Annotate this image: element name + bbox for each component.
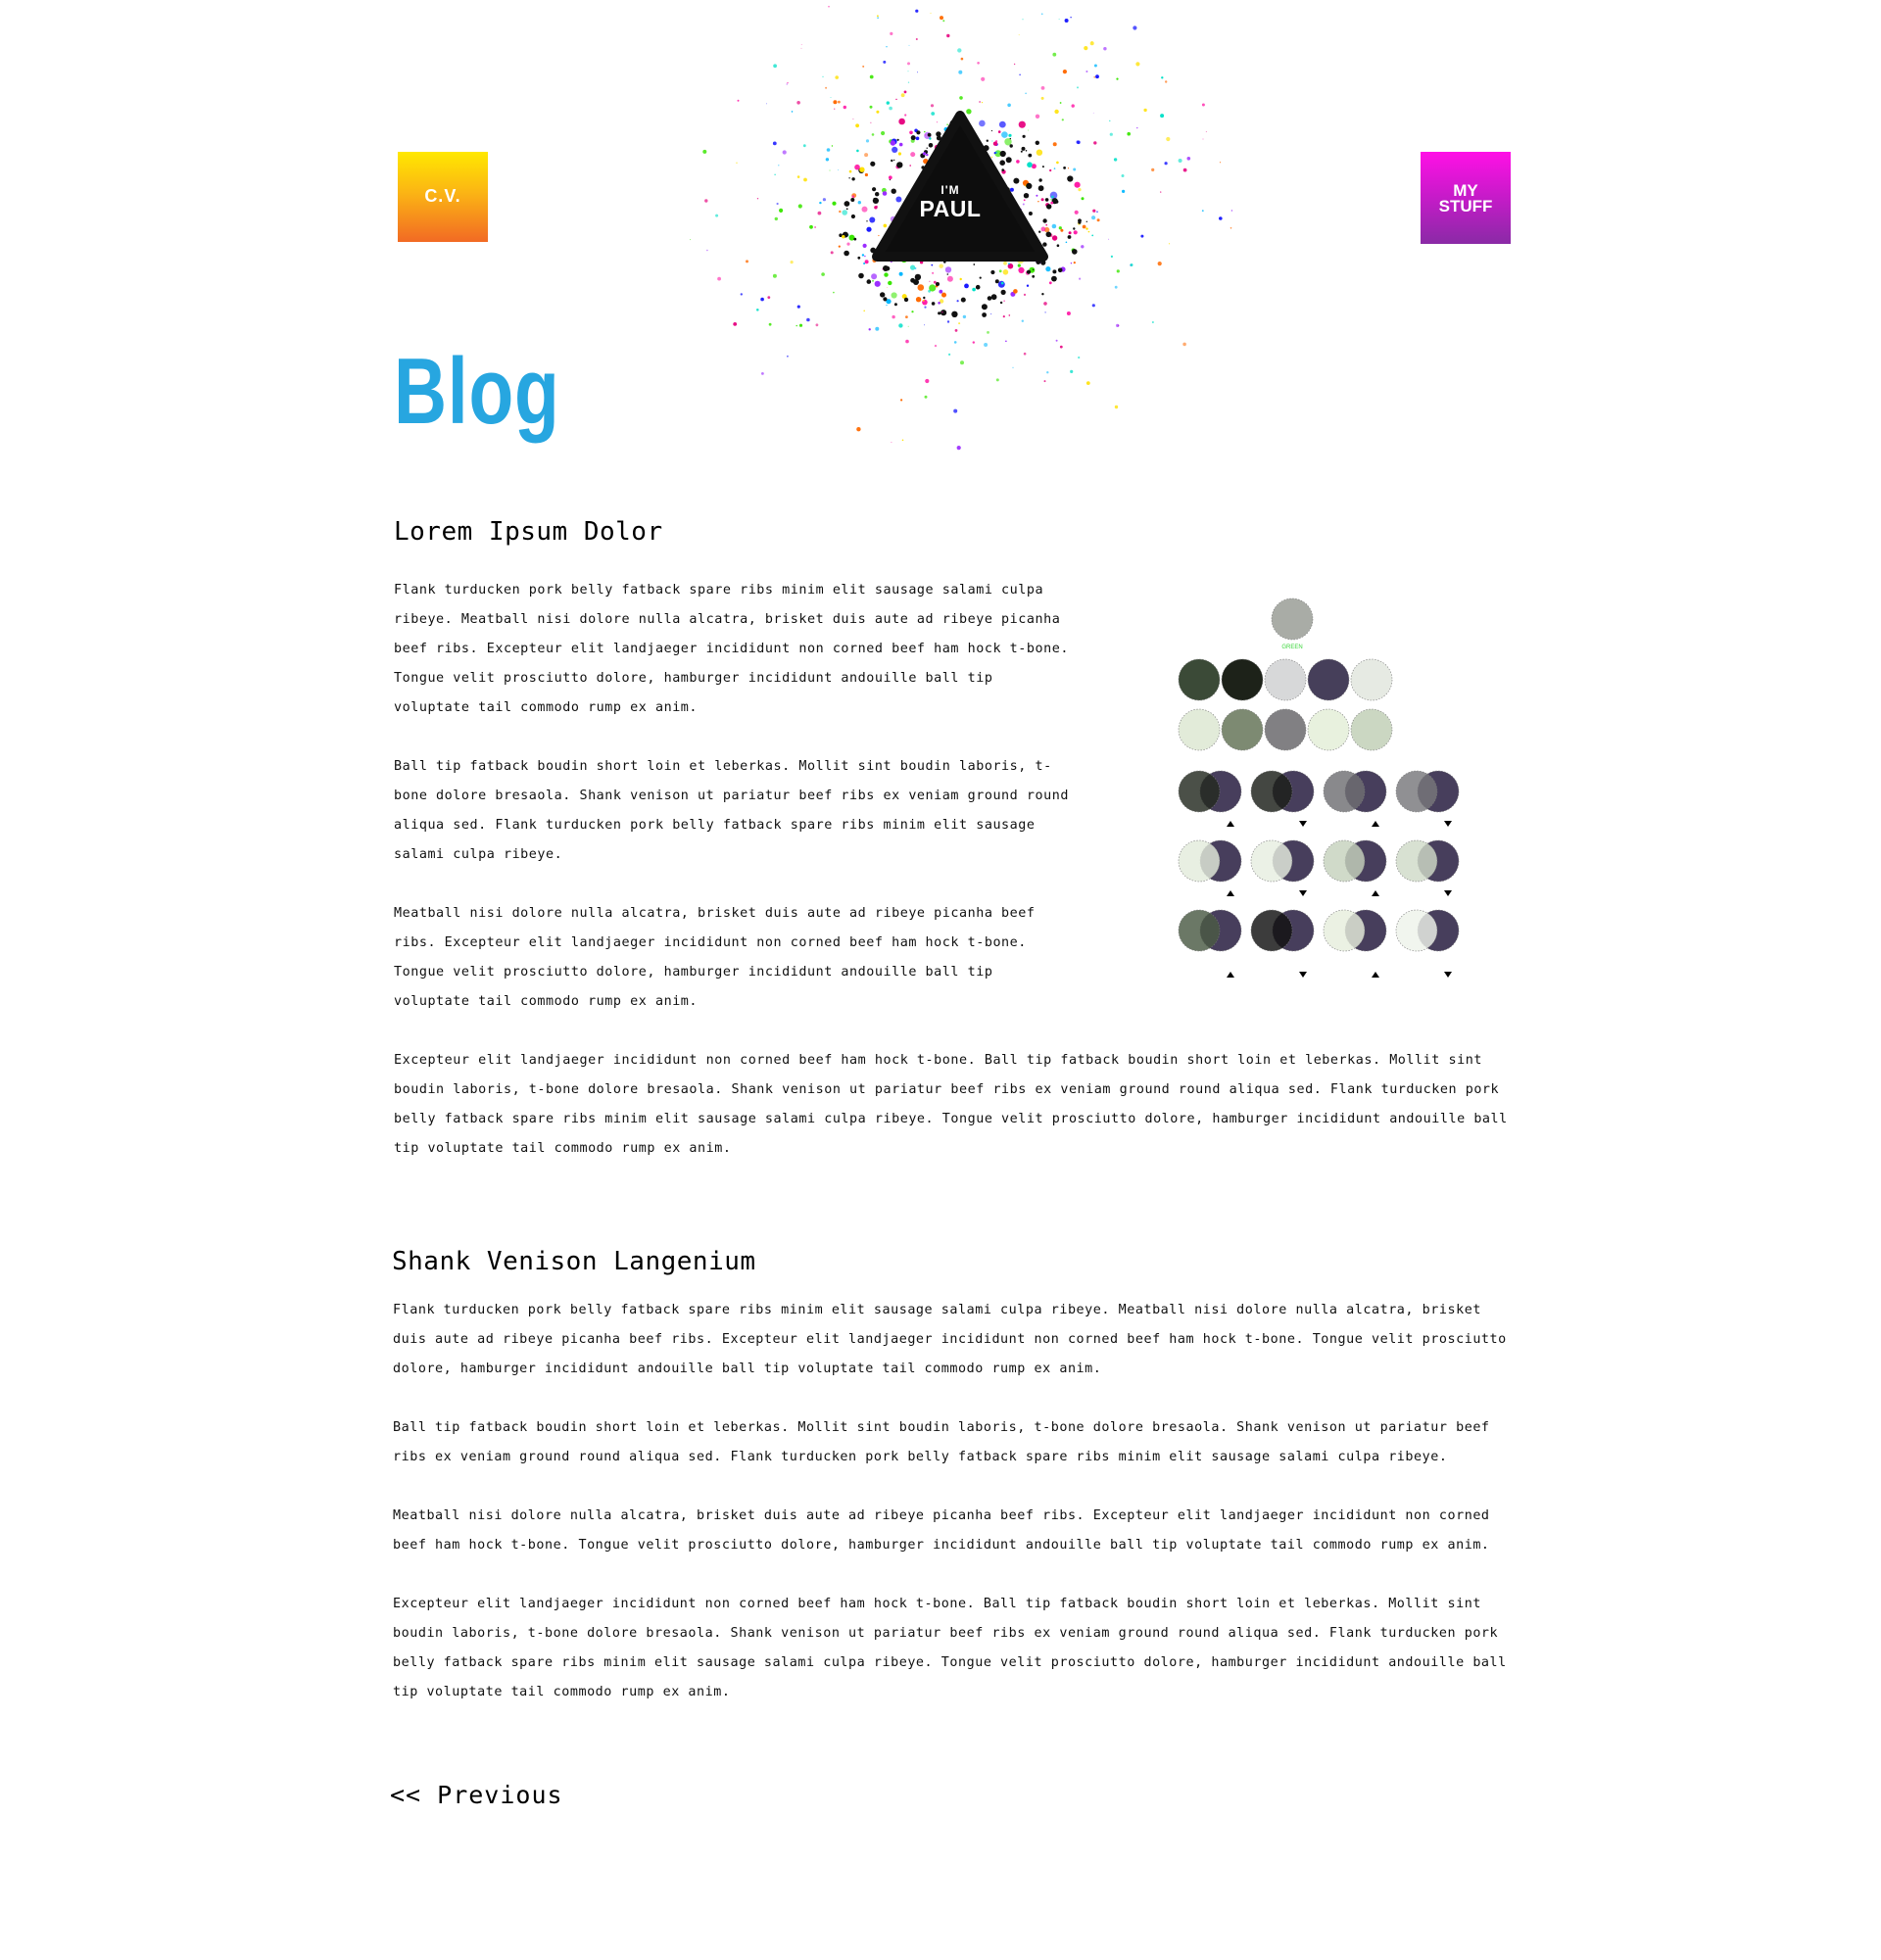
color-circle bbox=[1178, 708, 1221, 751]
arrow-down-icon bbox=[1444, 972, 1452, 978]
arrow-down-icon bbox=[1299, 821, 1307, 827]
color-circle bbox=[1307, 708, 1350, 751]
color-circle bbox=[1250, 909, 1293, 952]
color-circle bbox=[1395, 839, 1438, 883]
post-paragraph: Ball tip fatback boudin short loin et le… bbox=[393, 1420, 1490, 1464]
arrow-down-icon bbox=[1299, 972, 1307, 978]
color-circle bbox=[1395, 909, 1438, 952]
color-circle bbox=[1307, 658, 1350, 701]
arrow-up-icon bbox=[1372, 890, 1379, 896]
page-title: Blog bbox=[394, 339, 560, 444]
color-circle bbox=[1395, 770, 1438, 813]
color-circle bbox=[1323, 839, 1366, 883]
paint-splash-triangle-icon[interactable] bbox=[676, 0, 1244, 490]
post-title[interactable]: Lorem Ipsum Dolor bbox=[394, 517, 663, 547]
arrow-down-icon bbox=[1444, 890, 1452, 896]
figure-top-label: GREEN bbox=[1281, 645, 1302, 650]
color-circle bbox=[1271, 598, 1314, 641]
arrow-up-icon bbox=[1227, 890, 1234, 896]
post-paragraph: Excepteur elit landjaeger incididunt non… bbox=[394, 1053, 1508, 1156]
post-paragraph: Meatball nisi dolore nulla alcatra, bris… bbox=[394, 906, 1036, 1009]
post-title[interactable]: Shank Venison Langenium bbox=[392, 1247, 756, 1276]
arrow-down-icon bbox=[1444, 821, 1452, 827]
color-circle bbox=[1221, 658, 1264, 701]
arrow-up-icon bbox=[1372, 821, 1379, 827]
color-circles-figure: GREEN bbox=[1178, 598, 1460, 978]
color-circle bbox=[1264, 708, 1307, 751]
my-stuff-nav-tile[interactable]: My Stuff bbox=[1421, 152, 1511, 244]
post-paragraph: Flank turducken pork belly fatback spare… bbox=[393, 1303, 1507, 1376]
color-circle bbox=[1323, 770, 1366, 813]
color-circle bbox=[1264, 658, 1307, 701]
color-circle bbox=[1221, 708, 1264, 751]
arrow-up-icon bbox=[1227, 972, 1234, 978]
logo-label-line1: I'm bbox=[940, 183, 960, 197]
logo-label-line2: Paul bbox=[919, 196, 982, 221]
color-circle bbox=[1350, 708, 1393, 751]
color-circle bbox=[1178, 770, 1221, 813]
post-paragraph: Meatball nisi dolore nulla alcatra, bris… bbox=[393, 1508, 1490, 1553]
arrow-up-icon bbox=[1227, 821, 1234, 827]
color-circle bbox=[1178, 658, 1221, 701]
post-paragraph: Flank turducken pork belly fatback spare… bbox=[394, 583, 1069, 715]
previous-page-link[interactable]: << Previous bbox=[390, 1781, 563, 1809]
my-stuff-label-line2: Stuff bbox=[1438, 197, 1493, 215]
post-paragraph: Excepteur elit landjaeger incididunt non… bbox=[393, 1597, 1507, 1699]
color-circle bbox=[1323, 909, 1366, 952]
arrow-up-icon bbox=[1372, 972, 1379, 978]
my-stuff-nav-label: My Stuff bbox=[1438, 182, 1493, 215]
color-circle bbox=[1350, 658, 1393, 701]
color-circle bbox=[1250, 839, 1293, 883]
cv-nav-tile[interactable]: C.V. bbox=[398, 152, 488, 242]
logo-label[interactable]: I'm Paul bbox=[909, 184, 991, 220]
arrow-down-icon bbox=[1299, 890, 1307, 896]
color-circle bbox=[1250, 770, 1293, 813]
cv-nav-label: C.V. bbox=[424, 186, 461, 207]
color-circle bbox=[1178, 909, 1221, 952]
color-circle bbox=[1178, 839, 1221, 883]
post-paragraph: Ball tip fatback boudin short loin et le… bbox=[394, 759, 1069, 862]
